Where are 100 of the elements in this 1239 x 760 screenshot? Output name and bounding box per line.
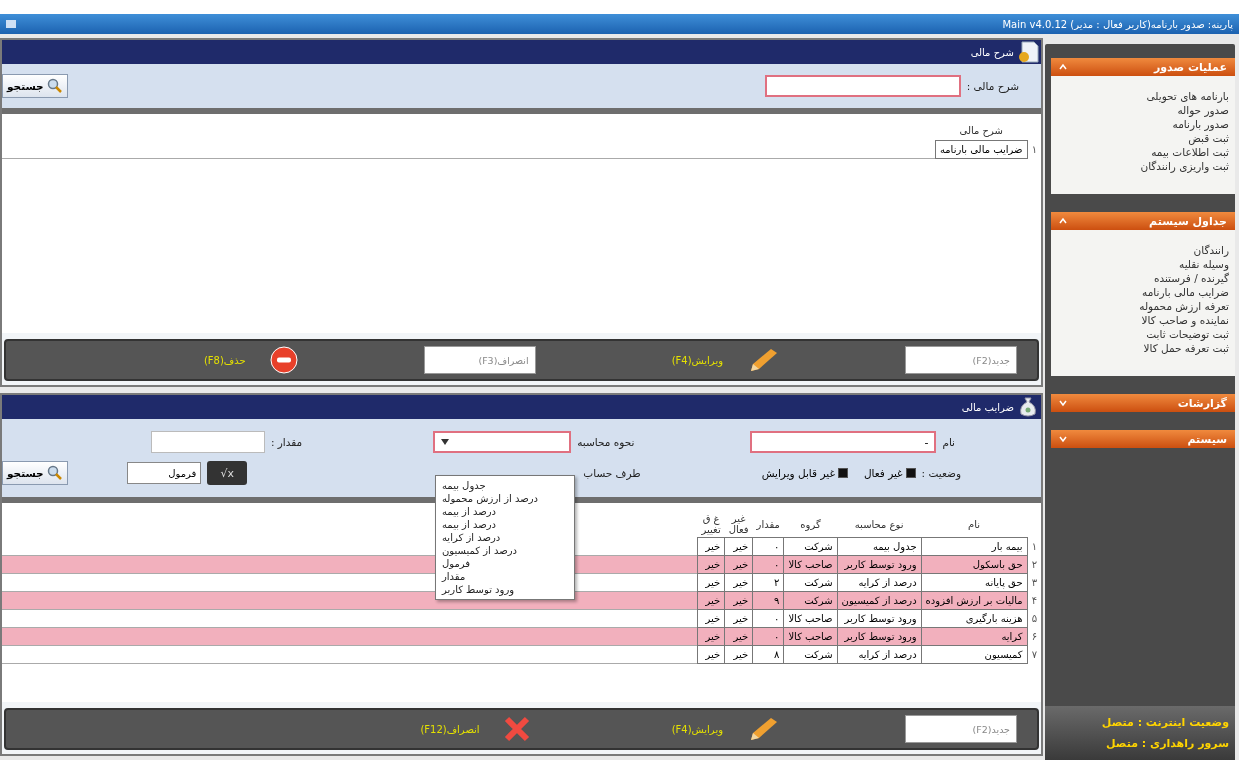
- input-field[interactable]: [764, 75, 961, 97]
- menu-item[interactable]: صدور بارنامه: [1057, 118, 1229, 130]
- row-number: ۱: [1027, 140, 1041, 159]
- column-header: نوع محاسبه: [837, 511, 922, 538]
- table-cell: خیر: [724, 573, 753, 592]
- table-cell: خیر: [697, 573, 725, 592]
- section-header[interactable]: گزارشات: [1051, 394, 1235, 412]
- table-cell: ۸: [752, 645, 784, 664]
- dropdown-option[interactable]: درصد از کمیسیون: [442, 545, 517, 556]
- search-icon: [46, 78, 63, 94]
- table-cell: ضرایب مالی بارنامه: [935, 140, 1028, 159]
- column-header: گروه: [783, 511, 838, 538]
- dropdown[interactable]: [433, 431, 572, 453]
- menu-item[interactable]: وسیله نقلیه: [1057, 258, 1229, 270]
- table-cell: بیمه بار: [921, 537, 1028, 556]
- field-label: نحوه محاسبه: [577, 436, 635, 448]
- checkbox-label: غیر فعال: [863, 467, 903, 479]
- menu-item[interactable]: ثبت واریزی رانندگان: [1057, 160, 1229, 172]
- table-cell: شرکت: [783, 573, 838, 592]
- minus-circle-icon: [269, 346, 298, 374]
- menu-item[interactable]: بارنامه های تحویلی: [1057, 90, 1229, 102]
- table-cell: ۲: [752, 573, 784, 592]
- status-text: وضعیت اینترنت : متصل: [1100, 716, 1229, 729]
- menu-item[interactable]: ثبت اطلاعات بیمه: [1057, 146, 1229, 158]
- menu-item[interactable]: رانندگان: [1057, 244, 1229, 256]
- menu-item[interactable]: صدور حواله: [1057, 104, 1229, 116]
- table-cell: حق پایانه: [921, 573, 1028, 592]
- menu-item[interactable]: ثبت تعرفه حمل کالا: [1057, 342, 1229, 354]
- table-cell: شرکت: [783, 645, 838, 664]
- chevron-icon[interactable]: [1059, 217, 1067, 225]
- search-button[interactable]: جستجو: [2, 74, 68, 98]
- menu-item[interactable]: ثبت توضیحات ثابت: [1057, 328, 1229, 340]
- window-title: پارینه: صدور بارنامه(کاربر فعال : مدیر) Main v4.0.12: [1002, 18, 1233, 30]
- menu-item[interactable]: ضرایب مالی بارنامه: [1057, 286, 1229, 298]
- table-cell: خیر: [724, 645, 753, 664]
- dropdown-option[interactable]: درصد از کرایه: [442, 532, 501, 543]
- checkbox-label: غیر قابل ویرایش: [761, 467, 835, 479]
- dropdown-option[interactable]: جدول بیمه: [442, 480, 486, 491]
- caret-icon: [441, 439, 450, 445]
- row-number: ۶: [1027, 627, 1041, 646]
- table-cell: خیر: [724, 609, 753, 628]
- dropdown-option[interactable]: درصد از بیمه: [442, 506, 496, 517]
- action-button[interactable]: انصراف(F3): [423, 346, 536, 374]
- column-header: شرح مالی: [935, 120, 1028, 141]
- edit-button[interactable]: ویرایش(F4): [665, 715, 785, 743]
- menu-item[interactable]: ثبت قبض: [1057, 132, 1229, 144]
- cancel-button[interactable]: انصراف(F12): [414, 715, 536, 743]
- dropdown-option[interactable]: فرمول: [442, 558, 471, 569]
- table-cell: خیر: [697, 609, 725, 628]
- row-number: ۲: [1027, 555, 1041, 574]
- checkbox[interactable]: [837, 468, 848, 478]
- name-field[interactable]: -: [750, 431, 937, 453]
- table-cell: ۰: [752, 537, 784, 556]
- table-cell: صاحب کالا: [783, 609, 838, 628]
- menu-item[interactable]: نماینده و صاحب کالا: [1057, 314, 1229, 326]
- dropdown-option[interactable]: ورود توسط کاربر: [442, 584, 515, 595]
- action-button[interactable]: جدید(F2): [905, 715, 1017, 743]
- chevron-icon[interactable]: [1059, 435, 1067, 443]
- chevron-icon[interactable]: [1059, 63, 1067, 71]
- dropdown-option[interactable]: درصد از ارزش محموله: [442, 493, 538, 504]
- section-header[interactable]: جداول سیستم: [1051, 212, 1235, 230]
- table-cell: درصد از کرایه: [837, 645, 922, 664]
- section-header[interactable]: سیستم: [1051, 430, 1235, 448]
- row-number: ۱: [1027, 537, 1041, 556]
- table-cell: ورود توسط کاربر: [837, 609, 922, 628]
- column-header: غ ق تغییر: [697, 511, 725, 538]
- status-text: سرور راهداری : متصل: [1105, 737, 1229, 750]
- chevron-icon[interactable]: [1059, 399, 1067, 407]
- table-cell: کمیسیون: [921, 645, 1028, 664]
- table-cell: هزینه بارگیری: [921, 609, 1028, 628]
- amount-field[interactable]: [150, 431, 265, 453]
- formula-field[interactable]: فرمول: [127, 462, 202, 484]
- row-number: ۴: [1027, 591, 1041, 610]
- action-button[interactable]: جدید(F2): [905, 346, 1017, 374]
- field-label: شرح مالی :: [966, 80, 1019, 92]
- edit-button[interactable]: ویرایش(F4): [665, 346, 785, 374]
- panel-title: ضرایب مالی: [961, 401, 1014, 413]
- app-icon: [6, 20, 16, 28]
- table-cell: درصد از کرایه: [837, 573, 922, 592]
- field-label: مقدار :: [270, 436, 303, 448]
- table-cell: جدول بیمه: [837, 537, 922, 556]
- field-label: وضعیت :: [921, 467, 961, 479]
- formula-button[interactable]: √x: [207, 461, 248, 485]
- table-cell: شرکت: [783, 537, 838, 556]
- table-cell: خیر: [697, 645, 725, 664]
- search-button[interactable]: جستجو: [2, 461, 68, 485]
- close-icon: [503, 716, 530, 742]
- menu-item[interactable]: تعرفه ارزش محموله: [1057, 300, 1229, 312]
- delete-button[interactable]: حذف(F8): [197, 345, 304, 375]
- menu-item[interactable]: گیرنده / فرستنده: [1057, 272, 1229, 284]
- dropdown-option[interactable]: مقدار: [442, 571, 466, 582]
- row-number: ۳: [1027, 573, 1041, 592]
- row-number: ۷: [1027, 645, 1041, 664]
- checkbox[interactable]: [905, 468, 916, 478]
- section-header[interactable]: عملیات صدور: [1051, 58, 1235, 76]
- money-bag-icon: [1017, 396, 1039, 418]
- field-label: نام: [942, 436, 955, 448]
- column-header: نام: [921, 511, 1028, 538]
- table-cell: ۰: [752, 609, 784, 628]
- dropdown-option[interactable]: درصد از بیمه: [442, 519, 496, 530]
